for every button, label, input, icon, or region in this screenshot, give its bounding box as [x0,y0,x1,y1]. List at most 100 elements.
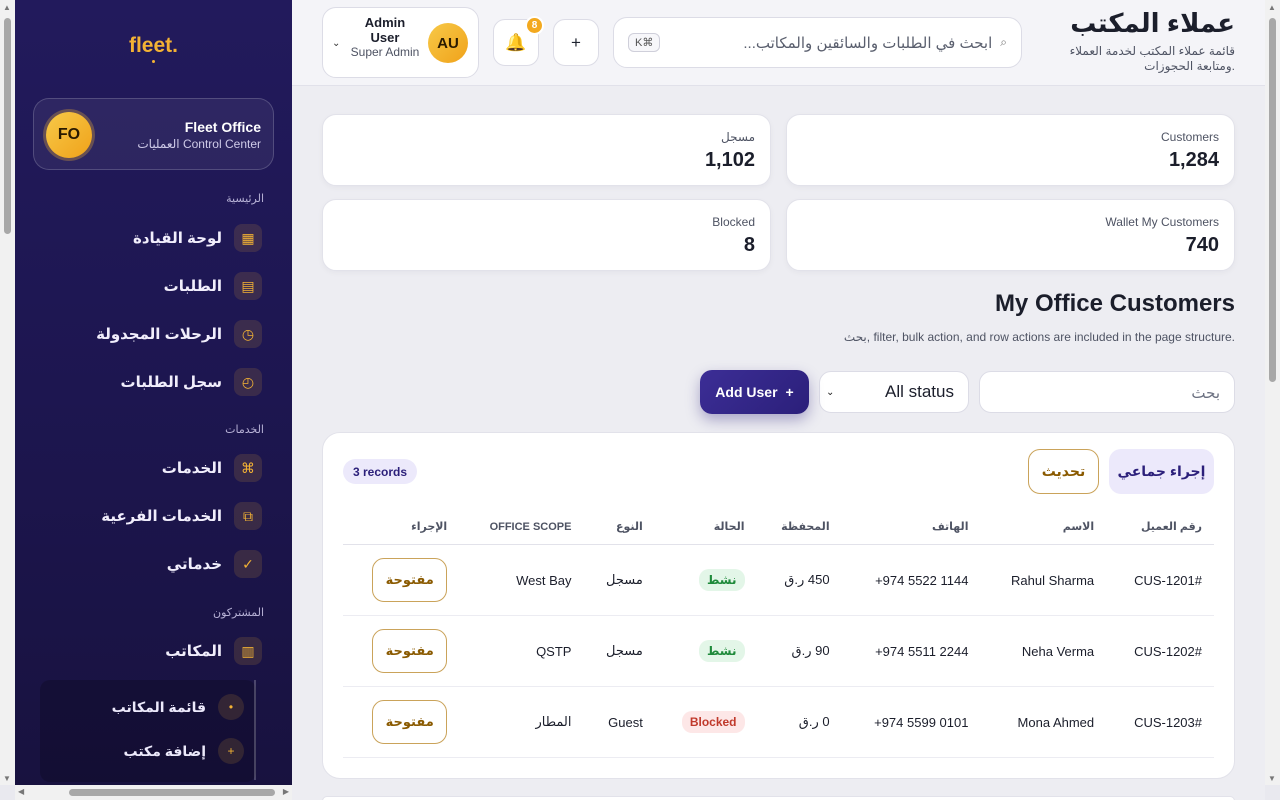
stat-label: مسجل [721,130,755,144]
stat-card-blocked: Blocked 8 [322,199,771,271]
chevron-down-icon: ⌄ [332,38,341,49]
stat-label: Blocked [712,215,755,229]
right-scrollbar[interactable]: ▲ ▼ [1265,0,1280,785]
app-logo[interactable]: fleet. [15,34,292,63]
sidebar-item-label: الطلبات [163,278,222,295]
office-scope: West Bay [459,544,584,616]
table-row[interactable]: #CUS-1201 Rahul Sharma +974 5522 1144 45… [343,544,1214,616]
sidebar-item-subservices[interactable]: الخدمات الفرعية ⧉ [101,502,262,530]
customer-id: #CUS-1203 [1106,686,1214,758]
open-button[interactable]: مفتوحة [372,629,448,673]
scrollbar-thumb[interactable] [4,18,11,234]
sidebar-item-label: سجل الطلبات [120,374,222,391]
scroll-down-arrow-icon[interactable]: ▼ [1268,774,1276,783]
user-menu[interactable]: AU Admin User Super Admin ⌄ [322,7,479,78]
customer-wallet: 0 ر.ق [756,686,842,758]
brand-avatar: FO [46,112,92,158]
scroll-up-arrow-icon[interactable]: ▲ [3,3,11,12]
scroll-right-arrow-icon[interactable]: ▶ [283,787,289,796]
scrollbar-thumb[interactable] [1269,18,1276,382]
list-icon: ▤ [234,272,262,300]
column-header[interactable]: النوع [583,508,655,545]
column-header[interactable]: OFFICE SCOPE [459,508,584,545]
page-title: عملاء المكتب [1070,8,1235,38]
status-filter-select[interactable]: ⌄ All status [819,371,969,413]
notifications-button[interactable]: 🔔 8 [493,16,544,66]
scroll-left-arrow-icon[interactable]: ◀ [18,787,24,796]
scroll-down-arrow-icon[interactable]: ▼ [3,774,11,783]
customer-phone: +974 5511 2244 [841,615,981,687]
status-cell: نشط [654,544,757,616]
status-badge: Blocked [681,711,745,733]
sidebar-item-label: خدماتي [166,556,222,573]
column-header[interactable]: المحفظة [756,508,842,545]
customer-search-input[interactable]: بحث [979,371,1235,413]
sidebar-item-label: لوحة القيادة [133,230,222,247]
page-description: قائمة عملاء المكتب لخدمة العملاء ومتابعة… [1069,44,1235,73]
sidebar-item-label: المكاتب [165,643,222,660]
customer-name: Mona Ahmed [980,686,1107,758]
customer-wallet: 90 ر.ق [756,615,842,687]
sidebar-item-label: الرحلات المجدولة [96,326,222,343]
refresh-button[interactable]: تحديث [1028,449,1099,494]
user-role: Super Admin [350,45,420,59]
table-row[interactable]: #CUS-1203 Mona Ahmed +974 5599 0101 0 ر.… [343,686,1214,758]
customer-type: Guest [583,686,655,758]
sidebar-item-offices[interactable]: المكاتب ▥ [165,637,262,665]
sidebar-item-dashboard[interactable]: لوحة القيادة ▦ [133,224,262,252]
offices-subnav: قائمة المكاتب • إضافة مكتب + [40,680,256,782]
customer-id: #CUS-1202 [1106,615,1214,687]
sidebar-item-services[interactable]: الخدمات ⌘ [162,454,262,482]
stat-value: 8 [743,234,755,256]
building-icon: ▥ [234,637,262,665]
stat-value: 740 [1185,234,1219,256]
next-card-edge [322,796,1235,800]
horizontal-scrollbar[interactable]: ◀ ▶ [15,785,292,800]
customer-id: #CUS-1201 [1106,544,1214,616]
customer-name: Rahul Sharma [980,544,1107,616]
grid-icon: ▦ [234,224,262,252]
scroll-up-arrow-icon[interactable]: ▲ [1268,3,1276,12]
sidebar-item-request-log[interactable]: سجل الطلبات ◴ [121,368,262,396]
search-placeholder: ابحث في الطلبات والسائقين والمكاتب... [743,34,993,52]
column-header[interactable]: الحالة [654,508,757,545]
logo-text: fleet. [128,34,178,57]
column-header[interactable]: الاسم [980,508,1107,545]
brand-card[interactable]: FO Fleet Office العمليات Control Center [33,98,274,170]
section-label-main: الرئيسية [226,193,264,205]
sidebar: fleet. FO Fleet Office العمليات Control … [15,0,292,785]
sidebar-item-requests[interactable]: الطلبات ▤ [164,272,262,300]
stat-value: 1,284 [1168,149,1219,171]
stat-card-registered: مسجل 1,102 [322,114,771,186]
sidebar-item-scheduled-trips[interactable]: الرحلات المجدولة ◷ [96,320,262,348]
section-title: My Office Customers [994,290,1235,317]
customer-type: مسجل [583,544,655,616]
sidebar-item-label: الخدمات الفرعية [101,508,222,525]
scrollbar-thumb[interactable] [69,789,275,796]
add-user-label: Add User [715,384,778,400]
subnav-item-label: قائمة المكاتب [111,698,206,715]
logo-dot [152,60,155,63]
stat-value: 1,102 [704,149,755,171]
records-count-badge: 3 records [343,459,418,484]
brand-subtitle: العمليات Control Center [137,137,261,151]
quick-add-button[interactable]: + [553,19,599,66]
column-header[interactable]: رقم العميل [1106,508,1214,545]
column-header[interactable]: الهاتف [841,508,981,545]
status-badge: نشط [698,569,745,591]
table-row[interactable]: #CUS-1202 Neha Verma +974 5511 2244 90 ر… [343,615,1214,687]
left-scrollbar[interactable]: ▲ ▼ [0,0,15,785]
global-search-input[interactable]: K⌘ ⌕ ابحث في الطلبات والسائقين والمكاتب.… [613,17,1022,68]
open-button[interactable]: مفتوحة [372,700,448,744]
office-scope: QSTP [459,615,584,687]
add-user-button[interactable]: Add User + [700,370,809,414]
plus-icon: + [218,738,244,764]
bulk-action-button[interactable]: إجراء جماعي [1109,449,1214,494]
customer-name: Neha Verma [980,615,1107,687]
subnav-item-office-list[interactable]: قائمة المكاتب • [112,694,244,720]
sidebar-item-my-services[interactable]: خدماتي ✓ [167,550,262,578]
subnav-item-add-office[interactable]: إضافة مكتب + [124,738,244,764]
status-filter-value: All status [885,382,954,401]
brand-title: Fleet Office [184,119,261,135]
open-button[interactable]: مفتوحة [372,558,448,602]
